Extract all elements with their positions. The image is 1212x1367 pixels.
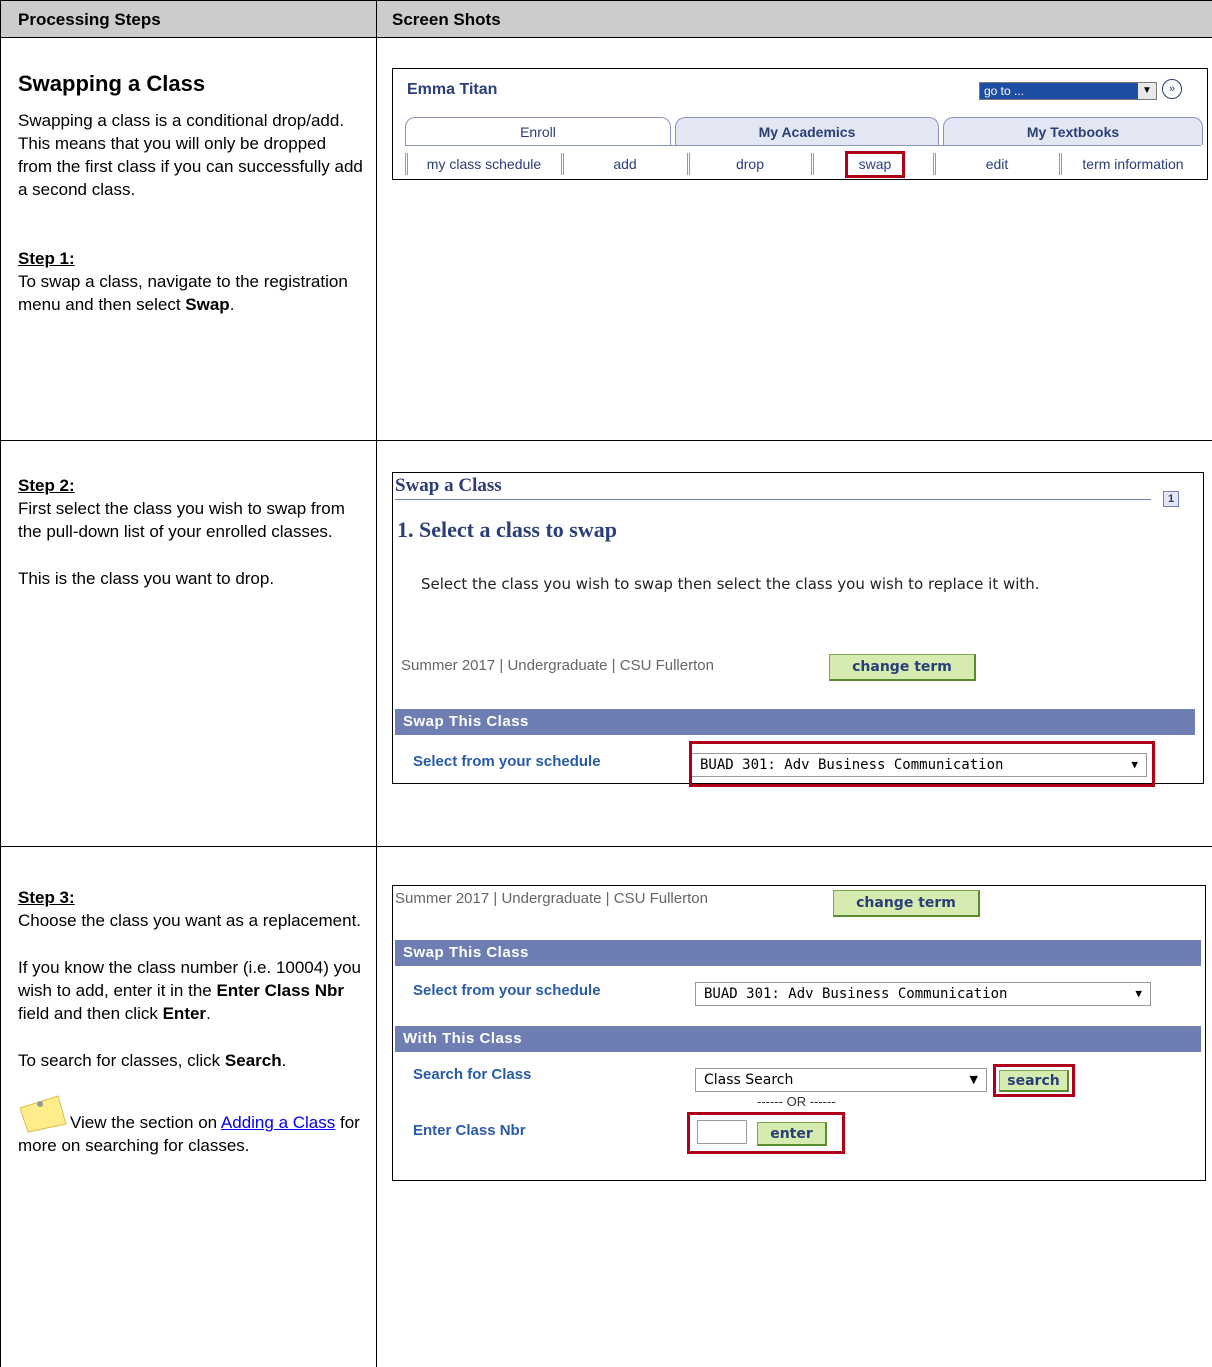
step3-para3-a: To search for classes, click bbox=[18, 1051, 225, 1070]
class-search-select[interactable]: Class Search ▼ bbox=[695, 1068, 987, 1092]
subnav-separator bbox=[811, 153, 814, 175]
highlight-swap bbox=[845, 151, 905, 178]
sticky-note-icon bbox=[18, 1094, 70, 1134]
select-schedule-label: Select from your schedule bbox=[413, 753, 601, 770]
row-divider-2 bbox=[0, 846, 1212, 847]
chevron-down-icon: ▼ bbox=[969, 1073, 978, 1086]
intro-text: Swapping a class is a conditional drop/a… bbox=[18, 111, 363, 199]
tab-my-academics[interactable]: My Academics bbox=[675, 117, 939, 145]
step3-para2-c: . bbox=[206, 1004, 211, 1023]
tab-enroll[interactable]: Enroll bbox=[405, 117, 671, 145]
or-separator: ------ OR ------ bbox=[757, 1094, 836, 1109]
double-arrow-icon[interactable]: » bbox=[1162, 79, 1182, 99]
subnav-add[interactable]: add bbox=[565, 153, 685, 175]
step2-heading: Step 2: bbox=[18, 476, 75, 495]
step2-para1: First select the class you wish to swap … bbox=[18, 499, 345, 541]
subnav-separator bbox=[561, 153, 564, 175]
subnav-separator bbox=[687, 153, 690, 175]
step3-para2: If you know the class number (i.e. 10004… bbox=[18, 956, 363, 1025]
term-info: Summer 2017 | Undergraduate | CSU Fuller… bbox=[395, 890, 708, 907]
title-underline bbox=[395, 499, 1151, 500]
document-table: Processing Steps Screen Shots Swapping a… bbox=[0, 0, 1212, 1367]
step3-para3-bold: Search bbox=[224, 1051, 282, 1070]
subnav-edit[interactable]: edit bbox=[939, 153, 1055, 175]
step3-para2-b: field and then click bbox=[18, 1004, 163, 1023]
step3-para3: To search for classes, click Search. bbox=[18, 1049, 363, 1072]
change-term-button[interactable]: change term bbox=[829, 654, 976, 681]
subnav-separator bbox=[405, 153, 408, 175]
step3-note: View the section on Adding a Class for m… bbox=[18, 1094, 363, 1157]
goto-select[interactable]: go to ... ▼ bbox=[979, 82, 1157, 100]
header-screen-shots: Screen Shots bbox=[392, 10, 501, 29]
step3-heading: Step 3: bbox=[18, 888, 75, 907]
section-title: Swapping a Class bbox=[18, 71, 206, 96]
subnav-my-class-schedule[interactable]: my class schedule bbox=[409, 153, 559, 175]
highlight-search-button bbox=[993, 1064, 1075, 1097]
select-class-heading: 1. Select a class to swap bbox=[397, 517, 617, 542]
tab-my-textbooks[interactable]: My Textbooks bbox=[943, 117, 1203, 145]
student-name: Emma Titan bbox=[407, 81, 498, 98]
chevron-down-icon: ▼ bbox=[1138, 83, 1156, 99]
search-for-class-label: Search for Class bbox=[413, 1066, 532, 1083]
note-text-a: View the section on bbox=[70, 1113, 221, 1132]
enter-class-nbr-label: Enter Class Nbr bbox=[413, 1122, 526, 1139]
border-left bbox=[0, 0, 1, 1367]
step3-para3-b: . bbox=[281, 1051, 287, 1070]
step3-cell: Step 3: Choose the class you want as a r… bbox=[18, 886, 363, 1157]
schedule-select[interactable]: BUAD 301: Adv Business Communication ▼ bbox=[695, 982, 1151, 1006]
step1-text: To swap a class, navigate to the registr… bbox=[18, 270, 363, 316]
goto-value: go to ... bbox=[984, 84, 1025, 98]
highlight-enter-class-nbr bbox=[687, 1112, 845, 1154]
schedule-select-value: BUAD 301: Adv Business Communication bbox=[704, 986, 1008, 1002]
border-top bbox=[0, 0, 1212, 1]
with-this-class-bar: With This Class bbox=[395, 1026, 1201, 1052]
change-term-button[interactable]: change term bbox=[833, 890, 980, 917]
class-search-value: Class Search bbox=[704, 1072, 794, 1088]
step3-para1: Choose the class you want as a replaceme… bbox=[18, 911, 362, 930]
step3-para2-bold2: Enter bbox=[162, 1004, 207, 1023]
step1-text-bold: Swap bbox=[185, 295, 230, 314]
swap-this-class-bar: Swap This Class bbox=[395, 940, 1201, 966]
column-divider bbox=[376, 0, 377, 1367]
chevron-down-icon: ▼ bbox=[1135, 987, 1142, 1000]
highlight-schedule-select bbox=[689, 741, 1155, 787]
select-schedule-label: Select from your schedule bbox=[413, 982, 601, 999]
step2-para2: This is the class you want to drop. bbox=[18, 569, 275, 588]
instruction-text: Select the class you wish to swap then s… bbox=[421, 575, 1040, 593]
step1-text-c: . bbox=[229, 295, 235, 314]
adding-a-class-link[interactable]: Adding a Class bbox=[221, 1113, 335, 1132]
header-processing-steps: Processing Steps bbox=[18, 10, 161, 29]
screenshot-swap-a-class: Swap a Class 1 1. Select a class to swap… bbox=[392, 472, 1204, 787]
swap-title: Swap a Class bbox=[395, 475, 502, 496]
step3-para2-bold1: Enter Class Nbr bbox=[216, 981, 344, 1000]
table-header: Processing Steps Screen Shots bbox=[0, 0, 1212, 38]
step2-cell: Step 2: First select the class you wish … bbox=[18, 474, 363, 590]
term-info: Summer 2017 | Undergraduate | CSU Fuller… bbox=[401, 657, 714, 674]
step1-cell: Swapping a Class Swapping a class is a c… bbox=[18, 72, 363, 316]
subnav-separator bbox=[1059, 153, 1062, 175]
swap-this-class-bar: Swap This Class bbox=[395, 709, 1195, 735]
row-divider-1 bbox=[0, 440, 1212, 441]
step1-text-a: To swap a class, navigate to the registr… bbox=[18, 272, 348, 314]
screenshot-with-this-class: Summer 2017 | Undergraduate | CSU Fuller… bbox=[392, 885, 1206, 1181]
step1-heading: Step 1: bbox=[18, 249, 75, 268]
page-badge: 1 bbox=[1163, 491, 1179, 507]
subnav-separator bbox=[933, 153, 936, 175]
screenshot-student-center-nav: Emma Titan go to ... ▼ » Enroll My Academ… bbox=[392, 68, 1208, 180]
subnav-term-information[interactable]: term information bbox=[1065, 153, 1201, 175]
tab-underline bbox=[405, 145, 1201, 146]
subnav-drop[interactable]: drop bbox=[691, 153, 809, 175]
